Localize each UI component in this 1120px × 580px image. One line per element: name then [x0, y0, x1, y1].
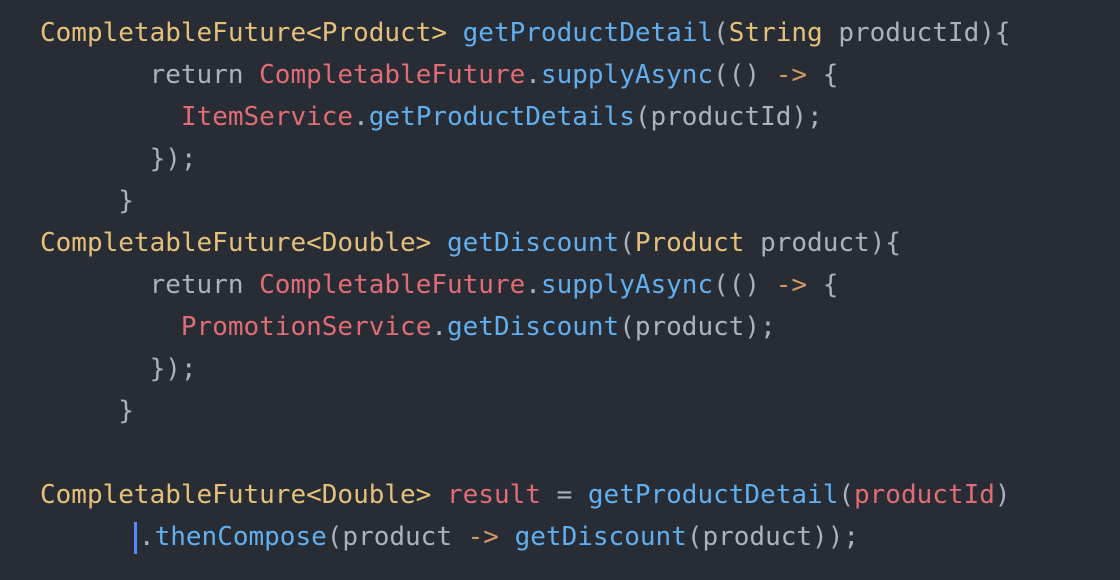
code-token-plain: productId: [822, 18, 980, 48]
code-token-punct: ): [994, 480, 1011, 510]
code-token-punct: (: [838, 480, 854, 510]
code-token-punct: .: [353, 102, 369, 132]
code-token-type: Product: [634, 228, 745, 258]
code-token-punct: .: [525, 270, 541, 300]
code-token-plain: product: [744, 228, 870, 258]
code-token-fn: supplyAsync: [540, 60, 714, 90]
code-token-punct: (: [619, 228, 635, 258]
code-token-fn: getDiscount: [447, 228, 620, 258]
code-line-2[interactable]: return CompletableFuture.supplyAsync(() …: [40, 54, 839, 96]
code-token-punct: ){: [979, 18, 1011, 48]
code-token-kw: return: [149, 60, 244, 90]
code-token-cls: ItemService: [180, 102, 354, 132]
code-token-cls: CompletableFuture: [259, 60, 526, 90]
code-token-var: productId: [854, 480, 995, 510]
code-line-3[interactable]: ItemService.getProductDetails(productId)…: [40, 96, 823, 138]
code-token-cls: CompletableFuture: [259, 270, 526, 300]
code-token-punct: (product);: [619, 312, 776, 342]
code-token-fn: supplyAsync: [540, 270, 714, 300]
code-token-cls: PromotionService: [180, 312, 432, 342]
code-token-punct: .: [525, 60, 541, 90]
code-token-fn: getDiscount: [514, 522, 687, 552]
code-token-punct: }: [118, 186, 134, 216]
code-token-punct: (productId);: [634, 102, 823, 132]
code-token-fn: getProductDetails: [368, 102, 635, 132]
code-token-punct: {: [807, 60, 839, 90]
code-token-op: ->: [775, 270, 808, 300]
code-token-fn: getDiscount: [447, 312, 620, 342]
code-token-type: CompletableFuture<Double>: [40, 228, 432, 258]
code-token-punct: ((): [713, 60, 776, 90]
code-token-punct: (product: [326, 522, 468, 552]
code-token-var: result: [447, 480, 541, 510]
code-token-punct: });: [149, 354, 197, 384]
code-token-op: ->: [467, 522, 499, 552]
code-token-punct: {: [807, 270, 839, 300]
code-line-5[interactable]: }: [40, 180, 134, 222]
text-cursor: [133, 521, 137, 554]
code-token-type: String: [728, 18, 823, 48]
code-token-punct: ((): [713, 270, 776, 300]
code-line-1[interactable]: CompletableFuture<Product> getProductDet…: [40, 12, 1011, 54]
code-token-kw: return: [149, 270, 244, 300]
code-line-8[interactable]: PromotionService.getDiscount(product);: [40, 306, 776, 348]
code-token-fn: getProductDetail: [462, 18, 714, 48]
code-token-punct: }: [118, 396, 134, 426]
code-token-plain: =: [540, 480, 588, 510]
code-token-punct: (: [713, 18, 729, 48]
code-token-punct: .: [138, 522, 155, 552]
code-token-punct: ){: [869, 228, 901, 258]
code-line-7[interactable]: return CompletableFuture.supplyAsync(() …: [40, 264, 839, 306]
code-editor[interactable]: CompletableFuture<Product> getProductDet…: [0, 0, 1120, 580]
code-line-6[interactable]: CompletableFuture<Double> getDiscount(Pr…: [40, 222, 901, 264]
code-token-type: CompletableFuture<Double>: [40, 480, 432, 510]
code-token-type: CompletableFuture<Product>: [40, 18, 447, 48]
code-line-9[interactable]: });: [40, 348, 197, 390]
code-token-op: ->: [775, 60, 808, 90]
code-line-12[interactable]: .thenCompose(product -> getDiscount(prod…: [40, 516, 859, 558]
code-token-punct: .: [431, 312, 447, 342]
code-line-10[interactable]: }: [40, 390, 134, 432]
code-token-punct: });: [149, 144, 197, 174]
code-line-11[interactable]: CompletableFuture<Double> result = getPr…: [40, 474, 1011, 516]
code-token-punct: (product));: [686, 522, 859, 552]
code-token-fn: thenCompose: [154, 522, 327, 552]
code-line-4[interactable]: });: [40, 138, 197, 180]
code-token-fn: getProductDetail: [587, 480, 839, 510]
